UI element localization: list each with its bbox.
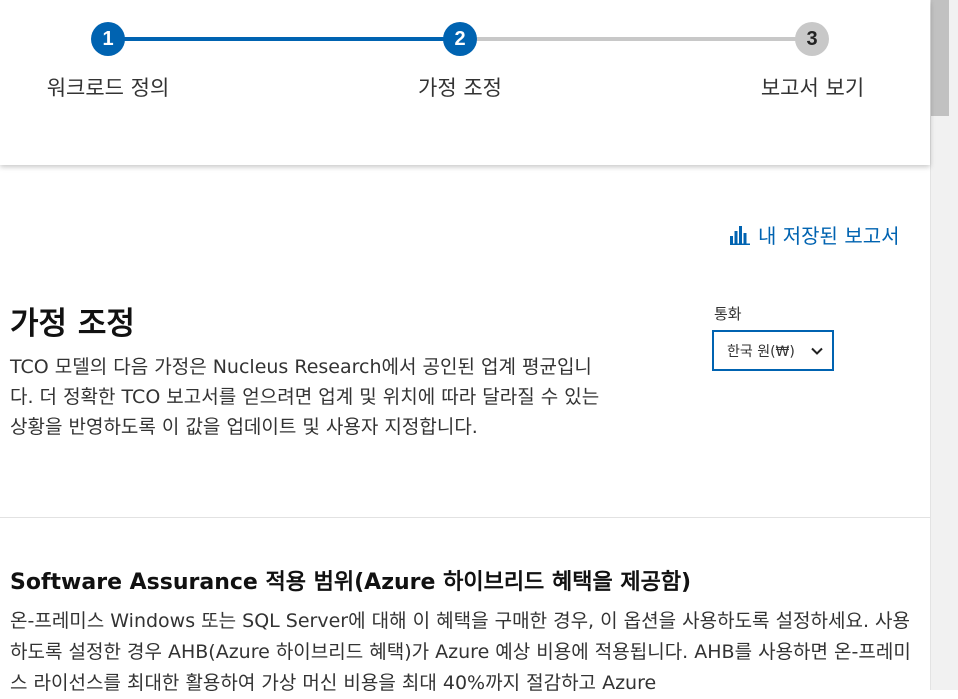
saved-reports-label: 내 저장된 보고서	[758, 224, 900, 248]
progress-stepper: 1 2 3 워크로드 정의 가정 조정 보고서 보기	[0, 0, 930, 165]
step-3-circle[interactable]: 3	[795, 22, 829, 56]
scrollbar-thumb[interactable]	[931, 0, 949, 116]
stepper-line-pending	[460, 37, 812, 41]
step-2-label[interactable]: 가정 조정	[385, 72, 535, 104]
assumptions-description: TCO 모델의 다음 가정은 Nucleus Research에서 공인된 업계…	[10, 356, 600, 438]
step-2-circle[interactable]: 2	[443, 22, 477, 56]
currency-selected-value: 한국 원(₩)	[727, 343, 795, 360]
currency-label: 통화	[714, 305, 742, 323]
step-1-circle[interactable]: 1	[91, 22, 125, 56]
bar-chart-icon	[730, 225, 750, 245]
chevron-down-icon	[811, 347, 823, 355]
currency-dropdown[interactable]: 한국 원(₩)	[712, 330, 834, 371]
step-3-label[interactable]: 보고서 보기	[735, 72, 890, 104]
section-divider	[0, 517, 930, 518]
software-assurance-description: 온-프레미스 Windows 또는 SQL Server에 대해 이 혜택을 구…	[10, 610, 911, 694]
page-title: 가정 조정	[10, 306, 135, 342]
step-1-label[interactable]: 워크로드 정의	[43, 72, 173, 104]
saved-reports-link[interactable]: 내 저장된 보고서	[730, 220, 900, 249]
software-assurance-title: Software Assurance 적용 범위(Azure 하이브리드 혜택을…	[10, 570, 692, 595]
stepper-line-completed	[108, 37, 460, 41]
